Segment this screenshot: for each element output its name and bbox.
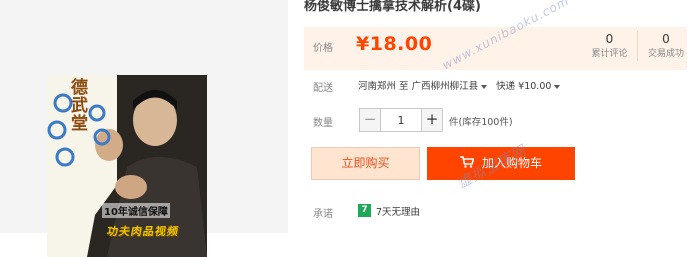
shipping-method: 快递 ¥10.00 [496, 81, 552, 92]
quantity-input[interactable] [381, 108, 421, 132]
shipping-from: 河南郑州 [358, 81, 397, 92]
image-bottom-text: 功夫肉品视频 [105, 225, 181, 238]
chevron-down-icon [554, 84, 561, 89]
shipping-to-word: 至 [399, 81, 409, 92]
product-image[interactable]: 德武堂 10年诚信保障 功夫肉品视频 [47, 75, 207, 257]
review-count-number: 0 [605, 32, 614, 46]
review-count[interactable]: 0 累计评论 [582, 31, 638, 61]
seven-day-return-icon: 7 [358, 204, 371, 217]
shipping-destination-select[interactable]: 广西柳州柳江县 [412, 81, 494, 92]
shipping-label: 配送 [313, 83, 333, 94]
price-label: 价格 [313, 43, 333, 54]
price-value: ¥18.00 [356, 33, 433, 55]
price-box: 价格 ¥18.00 0 累计评论 0 交易成功 [304, 27, 687, 70]
sales-count-number: 0 [662, 32, 670, 46]
promise-label: 承诺 [313, 209, 333, 220]
quantity-stepper: − + [359, 108, 443, 132]
shipping-info: 河南郑州 至 广西柳州柳江县 快递 ¥10.00 [358, 78, 566, 92]
promise-text[interactable]: 7天无理由 [376, 204, 420, 218]
review-count-label: 累计评论 [591, 49, 628, 59]
shipping-destination: 广西柳州柳江县 [411, 81, 479, 92]
buy-now-button[interactable]: 立即购买 [311, 147, 420, 180]
add-to-cart-button[interactable]: 加入购物车 [427, 147, 575, 180]
quantity-label: 数量 [313, 118, 333, 129]
image-title-text: 德武堂 [67, 78, 87, 132]
shopping-cart-icon [459, 156, 474, 168]
shipping-method-select[interactable]: 快递 ¥10.00 [496, 81, 566, 92]
image-panel: 德武堂 10年诚信保障 功夫肉品视频 [0, 0, 288, 257]
sales-count: 0 交易成功 [638, 31, 690, 61]
sales-count-label: 交易成功 [647, 49, 684, 59]
stock-text: 件(库存100件) [449, 117, 513, 128]
increase-quantity-button[interactable]: + [421, 108, 443, 132]
decrease-quantity-button[interactable]: − [359, 108, 381, 132]
product-title: 杨俊敏博士擒拿技术解析(4碟) [304, 0, 481, 14]
add-to-cart-label: 加入购物车 [481, 156, 542, 170]
chevron-down-icon [481, 84, 488, 89]
guarantee-badge: 10年诚信保障 [102, 203, 170, 218]
